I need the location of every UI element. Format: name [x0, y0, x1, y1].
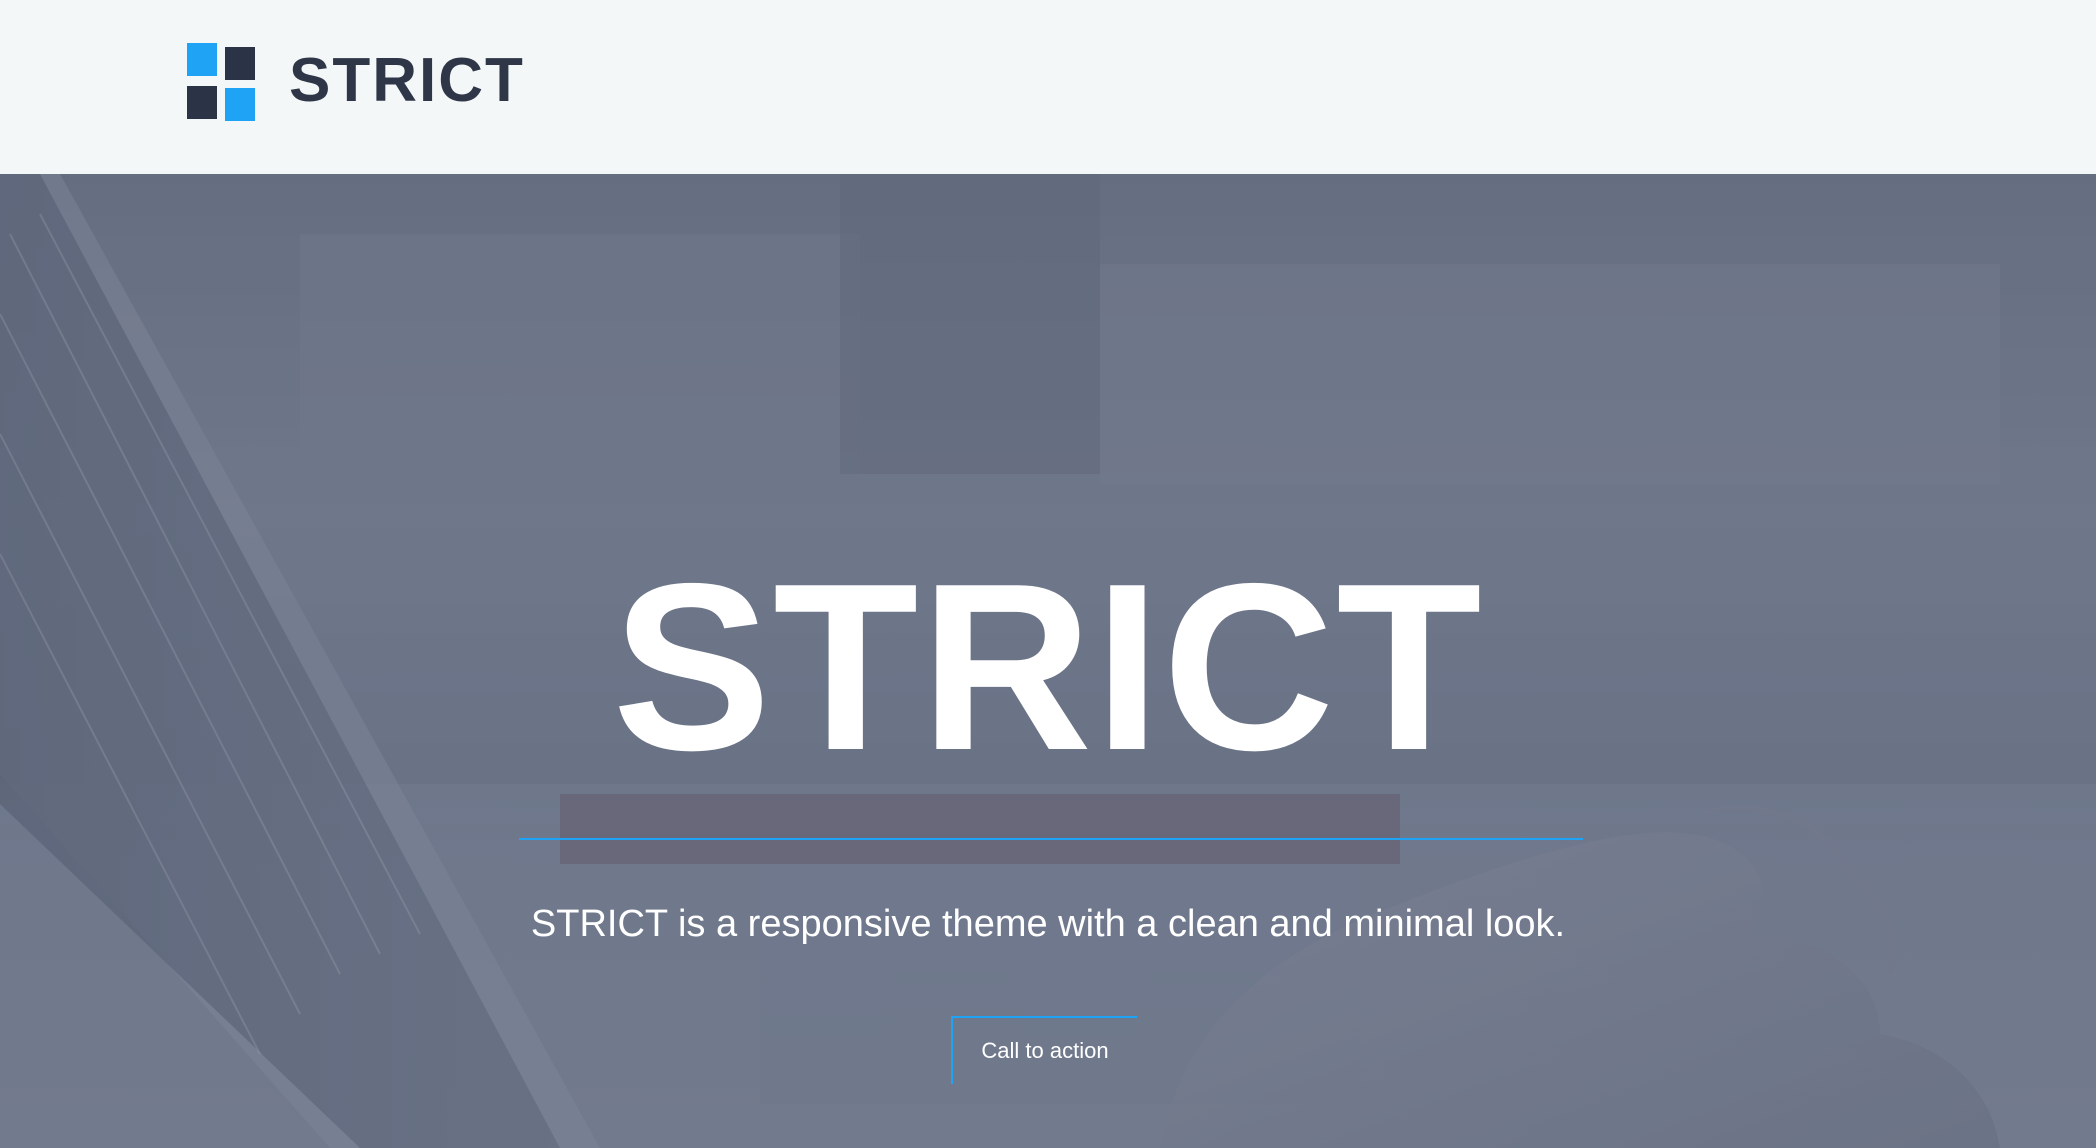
call-to-action-button[interactable]: Call to action	[951, 1016, 1137, 1084]
page: STRICT STRICT STRICT is a responsive the…	[0, 0, 2096, 1148]
hero-subtitle: STRICT is a responsive theme with a clea…	[530, 903, 1566, 945]
logo-wordmark: STRICT	[289, 46, 525, 115]
logo-square-bottom-right	[225, 88, 255, 121]
site-header: STRICT	[0, 0, 2096, 174]
four-square-logo-icon	[187, 43, 257, 121]
site-logo-link[interactable]: STRICT	[187, 43, 525, 121]
hero-title: STRICT	[612, 535, 1484, 800]
logo-square-bottom-left	[187, 86, 217, 119]
hero-divider	[519, 838, 1583, 840]
hero-section: STRICT STRICT is a responsive theme with…	[0, 174, 2096, 1148]
logo-square-top-right	[225, 47, 255, 80]
logo-square-top-left	[187, 43, 217, 76]
